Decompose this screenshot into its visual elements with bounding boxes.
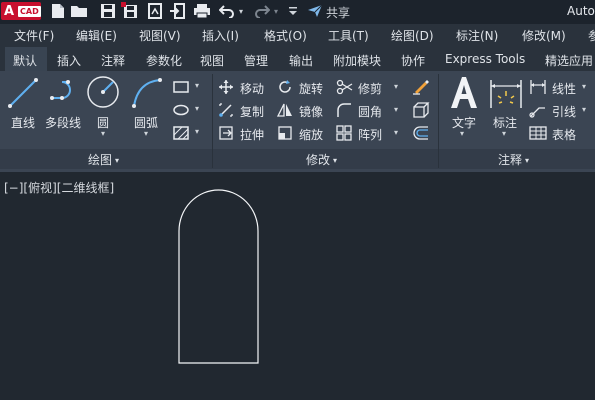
polyline-button-label[interactable]: 多段线 <box>45 114 81 131</box>
mirror-button-label[interactable]: 镜像 <box>299 103 323 120</box>
hatch-dropdown-icon[interactable]: ▾ <box>195 127 199 136</box>
tab-addins[interactable]: 附加模块 <box>333 52 381 69</box>
circle-icon[interactable] <box>86 75 120 109</box>
copy-button-label[interactable]: 复制 <box>240 103 264 120</box>
leader-icon[interactable] <box>529 102 547 118</box>
import-icon[interactable] <box>168 2 186 20</box>
arc-icon[interactable] <box>130 76 164 110</box>
new-file-icon[interactable] <box>49 2 67 20</box>
menu-draw[interactable]: 绘图(D) <box>391 27 434 44</box>
menu-file[interactable]: 文件(F) <box>14 27 54 44</box>
menu-overflow[interactable]: 参 <box>588 27 595 44</box>
fillet-button-label[interactable]: 圆角 <box>358 103 382 120</box>
menu-insert[interactable]: 插入(I) <box>202 27 239 44</box>
dimension-icon[interactable] <box>489 76 523 110</box>
modify-panel-title[interactable]: 修改 ▾ <box>306 151 337 168</box>
linear-dimension-icon[interactable] <box>529 79 547 95</box>
ellipse-dropdown-icon[interactable]: ▾ <box>195 104 199 113</box>
table-button-label[interactable]: 表格 <box>552 126 576 143</box>
explode-icon[interactable] <box>412 101 430 119</box>
trim-dropdown-icon[interactable]: ▾ <box>394 82 398 91</box>
line-icon[interactable] <box>6 76 40 110</box>
tab-collaborate[interactable]: 协作 <box>401 52 425 69</box>
save-as-icon[interactable] <box>121 2 139 20</box>
mirror-icon[interactable] <box>276 102 293 118</box>
share-label[interactable]: 共享 <box>326 4 350 21</box>
line-button-label[interactable]: 直线 <box>11 114 35 131</box>
linear-dropdown-icon[interactable]: ▾ <box>582 82 586 91</box>
tab-view[interactable]: 视图 <box>200 52 224 69</box>
redo-dropdown-icon[interactable]: ▾ <box>271 2 281 20</box>
app-logo[interactable]: A CAD <box>1 2 41 20</box>
stretch-icon[interactable] <box>218 125 234 141</box>
table-icon[interactable] <box>529 125 547 141</box>
erase-icon[interactable] <box>412 77 430 95</box>
redo-icon[interactable] <box>253 2 271 20</box>
menu-modify[interactable]: 修改(M) <box>522 27 566 44</box>
panel-divider <box>212 74 213 168</box>
arched-rectangle-shape[interactable] <box>178 189 259 364</box>
ellipse-icon[interactable] <box>172 102 190 116</box>
logo-badge: CAD <box>18 5 41 17</box>
tab-manage[interactable]: 管理 <box>244 52 268 69</box>
leader-dropdown-icon[interactable]: ▾ <box>582 105 586 114</box>
polyline-icon[interactable] <box>48 78 82 108</box>
copy-icon[interactable] <box>218 102 234 118</box>
offset-icon[interactable] <box>412 125 430 141</box>
move-button-label[interactable]: 移动 <box>240 80 264 97</box>
save-icon[interactable] <box>99 2 117 20</box>
menu-tools[interactable]: 工具(T) <box>328 27 369 44</box>
tab-featured-apps[interactable]: 精选应用 <box>545 52 593 69</box>
menu-dimension[interactable]: 标注(N) <box>456 27 498 44</box>
print-icon[interactable] <box>193 2 211 20</box>
tab-express-tools[interactable]: Express Tools <box>445 52 525 66</box>
array-button-label[interactable]: 阵列 <box>358 126 382 143</box>
tab-parametric[interactable]: 参数化 <box>146 52 182 69</box>
app-title: Auto <box>567 4 595 18</box>
undo-dropdown-icon[interactable]: ▾ <box>236 2 246 20</box>
rotate-icon[interactable] <box>277 79 293 95</box>
fillet-dropdown-icon[interactable]: ▾ <box>394 105 398 114</box>
menu-format[interactable]: 格式(O) <box>264 27 307 44</box>
tab-insert[interactable]: 插入 <box>57 52 81 69</box>
text-icon[interactable] <box>446 74 482 110</box>
scale-icon[interactable] <box>277 125 293 141</box>
draw-panel-title[interactable]: 绘图 ▾ <box>88 151 119 168</box>
move-icon[interactable] <box>218 79 234 95</box>
share-icon[interactable] <box>306 2 324 20</box>
scale-button-label[interactable]: 缩放 <box>299 126 323 143</box>
stretch-button-label[interactable]: 拉伸 <box>240 126 264 143</box>
undo-icon[interactable] <box>218 2 236 20</box>
dimension-dropdown-icon[interactable]: ▾ <box>502 129 506 138</box>
drawing-canvas[interactable] <box>0 172 595 400</box>
menu-view[interactable]: 视图(V) <box>139 27 181 44</box>
tab-default[interactable]: 默认 <box>13 52 37 69</box>
array-dropdown-icon[interactable]: ▾ <box>394 128 398 137</box>
logo-letter: A <box>4 3 15 19</box>
rectangle-dropdown-icon[interactable]: ▾ <box>195 81 199 90</box>
circle-dropdown-icon[interactable]: ▾ <box>101 129 105 138</box>
annotation-panel-title[interactable]: 注释 ▾ <box>498 151 529 168</box>
open-folder-icon[interactable] <box>70 2 88 20</box>
hatch-icon[interactable] <box>172 125 190 141</box>
plot-print-icon[interactable] <box>146 2 164 20</box>
array-icon[interactable] <box>336 125 352 141</box>
tab-output[interactable]: 输出 <box>289 52 313 69</box>
arc-dropdown-icon[interactable]: ▾ <box>144 129 148 138</box>
menu-edit[interactable]: 编辑(E) <box>76 27 117 44</box>
trim-icon[interactable] <box>336 79 354 95</box>
customize-dropdown-icon[interactable] <box>287 2 299 20</box>
trim-button-label[interactable]: 修剪 <box>358 80 382 97</box>
rectangle-icon[interactable] <box>172 79 190 93</box>
linear-button-label[interactable]: 线性 <box>552 80 576 97</box>
tab-annotate[interactable]: 注释 <box>101 52 125 69</box>
text-dropdown-icon[interactable]: ▾ <box>460 129 464 138</box>
fillet-icon[interactable] <box>336 102 352 118</box>
panel-divider <box>438 74 439 168</box>
leader-button-label[interactable]: 引线 <box>552 103 576 120</box>
rotate-button-label[interactable]: 旋转 <box>299 80 323 97</box>
